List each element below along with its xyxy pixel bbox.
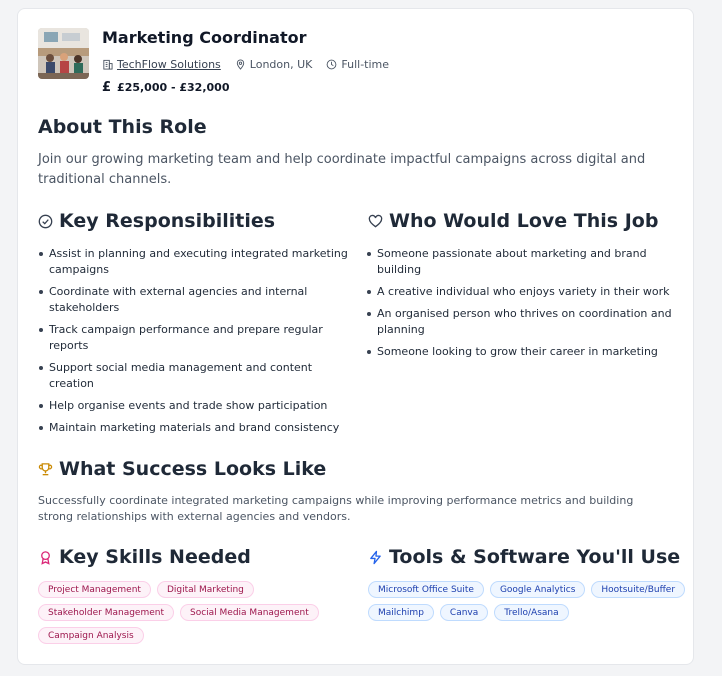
skill-tag[interactable]: Social Media Management	[180, 604, 319, 621]
list-item: An organised person who thrives on coord…	[366, 306, 676, 338]
company-item[interactable]: TechFlow Solutions	[102, 58, 221, 71]
skills-tags: Project Management Digital Marketing Sta…	[38, 581, 338, 644]
company-link[interactable]: TechFlow Solutions	[117, 58, 221, 71]
map-pin-icon	[235, 59, 246, 70]
success-heading: What Success Looks Like	[59, 458, 327, 480]
heart-icon	[368, 214, 383, 229]
trophy-icon	[38, 462, 53, 477]
clock-icon	[326, 59, 337, 70]
about-text: Join our growing marketing team and help…	[38, 152, 646, 187]
job-type-text: Full-time	[341, 58, 390, 71]
skill-tag[interactable]: Project Management	[38, 581, 151, 598]
location-item: London, UK	[235, 58, 313, 71]
list-item: Someone passionate about marketing and b…	[366, 246, 676, 278]
list-item: Support social media management and cont…	[38, 360, 348, 392]
salary-row: £ £25,000 - £32,000	[102, 80, 229, 95]
skills-heading: Key Skills Needed	[59, 546, 251, 568]
location-text: London, UK	[249, 58, 313, 71]
tools-header: Tools & Software You'll Use	[368, 546, 680, 568]
about-heading: About This Role	[38, 116, 207, 138]
list-item: Assist in planning and executing integra…	[38, 246, 348, 278]
check-circle-icon	[38, 214, 53, 229]
award-icon	[38, 550, 53, 565]
salary-text: £25,000 - £32,000	[117, 81, 230, 94]
who-list: Someone passionate about marketing and b…	[366, 246, 676, 366]
pound-icon: £	[102, 80, 112, 95]
who-header: Who Would Love This Job	[368, 210, 658, 232]
job-meta: TechFlow Solutions London, UK Full-time	[102, 58, 403, 71]
tools-heading: Tools & Software You'll Use	[389, 546, 681, 568]
list-item: Coordinate with external agencies and in…	[38, 284, 348, 316]
job-thumbnail	[38, 28, 89, 79]
skill-tag[interactable]: Stakeholder Management	[38, 604, 174, 621]
who-heading: Who Would Love This Job	[389, 210, 659, 232]
job-title: Marketing Coordinator	[102, 28, 307, 47]
list-item: Maintain marketing materials and brand c…	[38, 420, 348, 436]
skills-header: Key Skills Needed	[38, 546, 251, 568]
job-card: Marketing Coordinator TechFlow Solutions…	[17, 8, 694, 665]
skill-tag[interactable]: Campaign Analysis	[38, 627, 144, 644]
list-item: A creative individual who enjoys variety…	[366, 284, 676, 300]
job-type-item: Full-time	[326, 58, 389, 71]
list-item: Help organise events and trade show part…	[38, 398, 348, 414]
tool-tag[interactable]: Hootsuite/Buffer	[591, 581, 686, 598]
tool-tag[interactable]: Microsoft Office Suite	[368, 581, 484, 598]
list-item: Track campaign performance and prepare r…	[38, 322, 348, 354]
responsibilities-list: Assist in planning and executing integra…	[38, 246, 348, 442]
success-header: What Success Looks Like	[38, 458, 326, 480]
responsibilities-header: Key Responsibilities	[38, 210, 275, 232]
success-text: Successfully coordinate integrated marke…	[38, 494, 634, 523]
responsibilities-heading: Key Responsibilities	[59, 210, 276, 232]
tools-tags: Microsoft Office Suite Google Analytics …	[368, 581, 688, 621]
tool-tag[interactable]: Mailchimp	[368, 604, 434, 621]
lightning-icon	[368, 550, 383, 565]
tool-tag[interactable]: Google Analytics	[489, 581, 586, 598]
skill-tag[interactable]: Digital Marketing	[156, 581, 254, 598]
list-item: Someone looking to grow their career in …	[366, 344, 676, 360]
building-icon	[102, 59, 113, 70]
tool-tag[interactable]: Canva	[439, 604, 489, 621]
tool-tag[interactable]: Trello/Asana	[494, 604, 569, 621]
